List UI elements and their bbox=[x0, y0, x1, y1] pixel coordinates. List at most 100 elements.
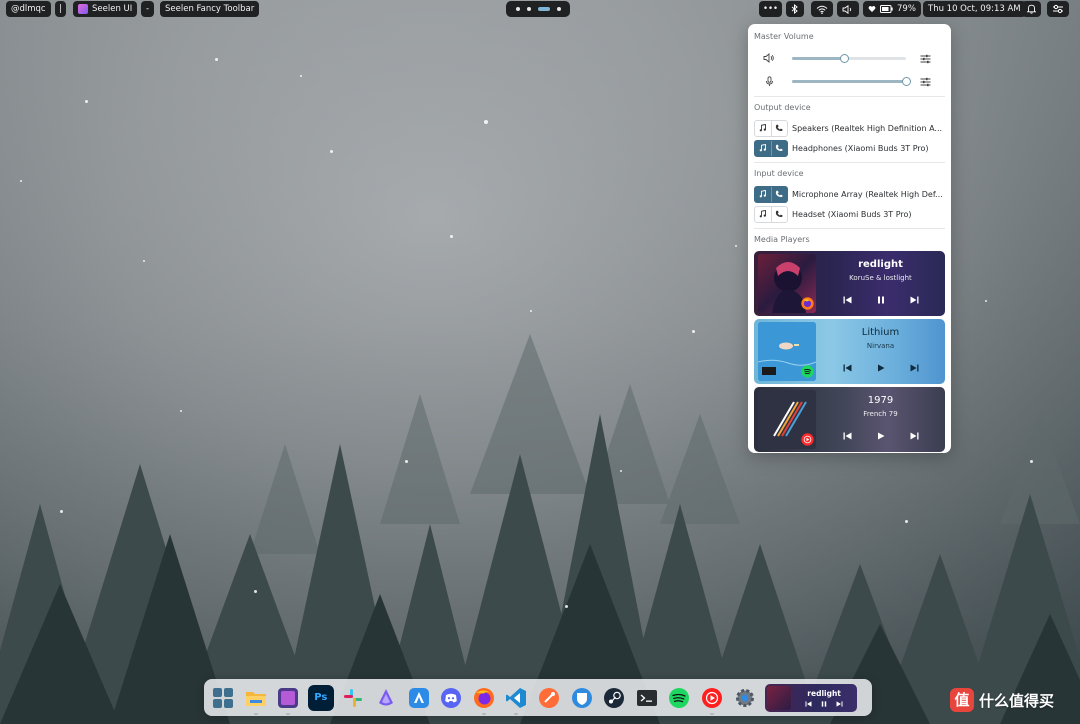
input-device-title: Input device bbox=[754, 169, 804, 178]
focused-window-title[interactable]: Seelen Fancy Toolbar bbox=[160, 1, 260, 17]
input-volume-knob[interactable] bbox=[901, 76, 911, 86]
mute-input-button[interactable] bbox=[754, 75, 784, 87]
clock[interactable]: Thu 10 Oct, 09:13 AM bbox=[923, 1, 1026, 17]
workspace-2[interactable] bbox=[526, 7, 531, 11]
output-volume-slider[interactable] bbox=[792, 53, 906, 63]
workspace-1[interactable] bbox=[515, 7, 520, 11]
set-multimedia-default-button[interactable] bbox=[755, 141, 771, 156]
bitwarden-icon bbox=[571, 687, 592, 708]
dock-vscode[interactable] bbox=[503, 685, 529, 715]
dock-bitwarden[interactable] bbox=[569, 685, 595, 711]
input-device-item[interactable]: Microphone Array (Realtek High Def... bbox=[754, 185, 945, 203]
previous-icon[interactable] bbox=[843, 432, 852, 440]
separator: | bbox=[59, 4, 62, 14]
phone-icon bbox=[776, 144, 783, 151]
sliders-icon bbox=[920, 77, 931, 86]
dock-firefox[interactable] bbox=[471, 685, 497, 715]
next-icon[interactable] bbox=[910, 296, 919, 304]
play-icon[interactable] bbox=[877, 364, 885, 372]
next-icon[interactable] bbox=[836, 700, 843, 707]
dock-album-art bbox=[767, 685, 792, 710]
app-menu-button[interactable]: Seelen UI bbox=[73, 1, 138, 17]
dock-terminal[interactable] bbox=[634, 685, 660, 711]
bell-icon bbox=[1027, 4, 1036, 14]
divider bbox=[754, 162, 945, 163]
device-role-buttons bbox=[754, 185, 788, 203]
dock-youtube-music[interactable] bbox=[699, 685, 725, 715]
battery-indicator[interactable]: 79% bbox=[863, 1, 921, 17]
set-multimedia-default-button[interactable] bbox=[755, 187, 771, 202]
wifi-button[interactable] bbox=[811, 1, 833, 17]
set-multimedia-default-button[interactable] bbox=[755, 121, 771, 136]
volume-button[interactable] bbox=[837, 1, 859, 17]
set-communications-default-button[interactable] bbox=[770, 186, 788, 202]
previous-icon[interactable] bbox=[805, 700, 812, 707]
dock-start[interactable] bbox=[210, 685, 236, 711]
running-indicator bbox=[481, 712, 486, 715]
dock-spotify[interactable] bbox=[666, 685, 692, 711]
toggles-icon bbox=[1053, 4, 1063, 14]
play-icon[interactable] bbox=[877, 432, 885, 440]
media-player-card[interactable]: 1979 French 79 bbox=[754, 387, 945, 452]
media-players-title: Media Players bbox=[754, 235, 810, 244]
output-device-item[interactable]: Speakers (Realtek High Definition A... bbox=[754, 119, 945, 137]
dock-altstore[interactable] bbox=[406, 685, 432, 711]
next-icon[interactable] bbox=[910, 364, 919, 372]
media-player-card[interactable]: Lithium Nirvana bbox=[754, 319, 945, 384]
set-communications-default-button[interactable] bbox=[770, 206, 788, 222]
output-device-name: Speakers (Realtek High Definition A... bbox=[792, 123, 943, 133]
workspace-3-active[interactable] bbox=[537, 7, 550, 11]
input-mixer-button[interactable] bbox=[920, 72, 931, 91]
dock-postman[interactable] bbox=[536, 685, 562, 711]
workspace-4[interactable] bbox=[556, 7, 561, 11]
output-volume-knob[interactable] bbox=[839, 53, 849, 63]
music-note-icon bbox=[759, 124, 766, 132]
output-device-item[interactable]: Headphones (Xiaomi Buds 3T Pro) bbox=[754, 139, 945, 157]
set-communications-default-button[interactable] bbox=[770, 140, 788, 156]
input-device-item[interactable]: Headset (Xiaomi Buds 3T Pro) bbox=[754, 205, 945, 223]
quick-settings-button[interactable] bbox=[1047, 1, 1069, 17]
app-name: Seelen UI bbox=[92, 4, 133, 14]
output-device-title: Output device bbox=[754, 103, 811, 112]
set-communications-default-button[interactable] bbox=[770, 120, 788, 136]
bluetooth-button[interactable] bbox=[786, 1, 804, 17]
input-volume-slider[interactable] bbox=[792, 76, 911, 86]
music-note-icon bbox=[759, 144, 766, 152]
dock-seelen[interactable] bbox=[275, 685, 301, 715]
dock-proton[interactable] bbox=[373, 685, 399, 711]
watermark: 值 什么值得买 bbox=[950, 686, 1054, 714]
dock: Ps redlight bbox=[204, 679, 872, 716]
user-label[interactable]: @dlmqc bbox=[6, 1, 51, 17]
spotify-icon bbox=[801, 365, 814, 378]
mute-output-button[interactable] bbox=[754, 53, 784, 63]
tray-overflow-button[interactable]: ••• bbox=[759, 1, 783, 17]
dock-file-explorer[interactable] bbox=[243, 685, 269, 715]
input-volume-row bbox=[754, 71, 945, 91]
playback-controls bbox=[816, 296, 945, 304]
previous-icon[interactable] bbox=[843, 296, 852, 304]
input-device-name: Microphone Array (Realtek High Def... bbox=[792, 189, 943, 199]
file-explorer-icon bbox=[245, 691, 266, 706]
output-mixer-button[interactable] bbox=[920, 49, 931, 68]
dock-photoshop[interactable]: Ps bbox=[307, 684, 334, 711]
phone-icon bbox=[776, 190, 783, 197]
next-icon[interactable] bbox=[910, 432, 919, 440]
album-art bbox=[758, 390, 816, 449]
divider bbox=[754, 228, 945, 229]
workspace-switcher[interactable] bbox=[506, 1, 570, 17]
media-player-card[interactable]: redlight KoruSe & lostlight bbox=[754, 251, 945, 316]
previous-icon[interactable] bbox=[843, 364, 852, 372]
dock-media-widget[interactable]: redlight bbox=[765, 683, 858, 712]
dock-slack[interactable] bbox=[340, 685, 366, 711]
notifications-button[interactable] bbox=[1022, 1, 1041, 17]
firefox-icon bbox=[801, 297, 814, 310]
set-multimedia-default-button[interactable] bbox=[755, 207, 771, 222]
discord-icon bbox=[441, 687, 462, 708]
pause-icon[interactable] bbox=[877, 296, 885, 304]
dock-settings[interactable] bbox=[732, 685, 758, 711]
pause-icon[interactable] bbox=[821, 700, 827, 707]
audio-popup: Master Volume Output device Speakers (Re… bbox=[748, 24, 951, 453]
dock-steam[interactable] bbox=[601, 685, 627, 711]
track-info: 1979 French 79 bbox=[816, 387, 945, 452]
dock-discord[interactable] bbox=[438, 685, 464, 711]
